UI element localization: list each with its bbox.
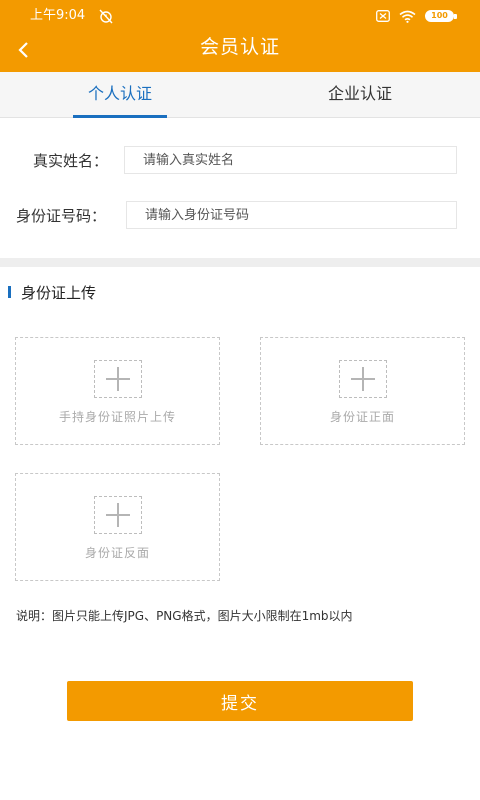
plus-icon (94, 360, 142, 398)
nav-bar: 会员认证 (0, 28, 480, 72)
submit-button[interactable]: 提交 (67, 681, 413, 721)
upload-label: 身份证正面 (329, 410, 395, 424)
tab-active-indicator (73, 115, 167, 118)
real-name-input[interactable] (124, 146, 457, 174)
upload-section-title: 身份证上传 (21, 283, 97, 302)
upload-note: 说明：图片只能上传JPG、PNG格式，图片大小限制在1mb以内 (16, 609, 353, 623)
upload-id-back[interactable]: 身份证反面 (15, 473, 220, 581)
name-label: 真实姓名： (33, 152, 109, 170)
battery-level: 100 (431, 11, 448, 20)
upload-label: 手持身份证照片上传 (58, 410, 176, 424)
section-divider (0, 258, 480, 267)
form-row-id: 身份证号码： (0, 201, 480, 231)
plus-icon (339, 360, 387, 398)
tab-bar: 个人认证 企业认证 (0, 72, 480, 118)
upload-label: 身份证反面 (84, 546, 150, 560)
sim-off-icon (376, 10, 390, 22)
tab-personal-label: 个人认证 (87, 84, 152, 103)
chevron-left-icon (18, 42, 28, 58)
status-icons: 100 (376, 9, 457, 23)
wifi-icon (399, 10, 416, 23)
form-row-name: 真实姓名： (0, 146, 480, 176)
upload-id-front[interactable]: 身份证正面 (260, 337, 465, 445)
tab-personal[interactable]: 个人认证 (0, 72, 240, 118)
tab-enterprise[interactable]: 企业认证 (240, 72, 480, 118)
section-marker (8, 286, 11, 298)
id-number-input[interactable] (126, 201, 457, 229)
battery-icon: 100 (425, 10, 457, 22)
upload-handheld-id[interactable]: 手持身份证照片上传 (15, 337, 220, 445)
id-number-label: 身份证号码： (16, 207, 107, 225)
plus-icon (94, 496, 142, 534)
status-time: 上午9:04 (30, 8, 86, 23)
header: 上午9:04 100 会员认证 (0, 0, 480, 72)
upload-section-header: 身份证上传 (8, 282, 96, 302)
alarm-off-icon (99, 9, 113, 24)
tab-enterprise-label: 企业认证 (327, 84, 392, 103)
battery-nub (454, 14, 457, 19)
page-title: 会员认证 (199, 36, 280, 58)
back-button[interactable] (8, 34, 40, 66)
app-root: 上午9:04 100 会员认证 个人认证 企业认证 真实姓名： 请输入真实姓名 … (0, 0, 480, 800)
